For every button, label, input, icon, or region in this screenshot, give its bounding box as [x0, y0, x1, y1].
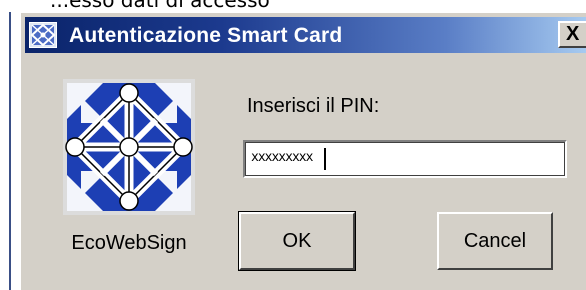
close-icon: X [566, 23, 580, 45]
pin-input[interactable]: xxxxxxxxx [243, 140, 567, 178]
background-window-edge [9, 12, 11, 290]
title-bar[interactable]: Autenticazione Smart Card X [25, 17, 586, 53]
pin-masked-value: xxxxxxxxx [251, 150, 313, 165]
pin-label: Inserisci il PIN: [247, 95, 380, 117]
ecowebsign-logo-icon [63, 79, 195, 215]
ok-button[interactable]: OK [238, 211, 356, 271]
pin-dialog: Autenticazione Smart Card X EcoWebSign I… [20, 12, 586, 290]
background-text: ...esso dati di accesso [50, 0, 270, 12]
cancel-button[interactable]: Cancel [437, 212, 553, 270]
smartcard-app-icon [29, 22, 57, 48]
window-title: Autenticazione Smart Card [69, 24, 343, 47]
text-caret [324, 148, 326, 170]
close-button[interactable]: X [558, 21, 586, 48]
logo-caption: EcoWebSign [71, 232, 187, 254]
